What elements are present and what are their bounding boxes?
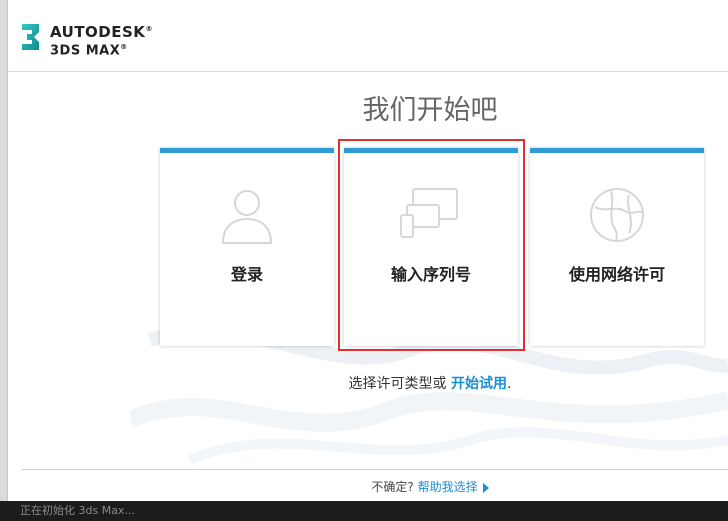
brand-mark-2: ® <box>120 43 128 51</box>
help-me-choose-link[interactable]: 帮助我选择 <box>418 480 478 494</box>
header: AUTODESK® 3DS MAX® <box>8 0 728 72</box>
play-arrow-icon[interactable] <box>482 482 489 493</box>
status-bar: 正在初始化 3ds Max... <box>0 501 728 521</box>
network-license-card[interactable]: 使用网络许可 <box>530 148 704 346</box>
network-license-label: 使用网络许可 <box>568 265 665 284</box>
signin-label: 登录 <box>230 265 263 284</box>
help-line: 不确定? 帮助我选择 <box>250 478 610 495</box>
network-globe-icon <box>585 183 649 247</box>
start-trial-link[interactable]: 开始试用 <box>451 376 507 392</box>
brand-mark: ® <box>145 25 153 33</box>
window-left-edge <box>0 0 8 501</box>
devices-icon <box>399 183 463 247</box>
license-hint: 选择许可类型或 开始试用. <box>240 373 620 393</box>
enter-serial-card[interactable]: 输入序列号 <box>344 148 518 346</box>
signin-card[interactable]: 登录 <box>160 148 334 346</box>
logo-3-icon <box>20 22 42 52</box>
help-prefix: 不确定? <box>371 480 418 494</box>
hint-prefix: 选择许可类型或 <box>348 376 451 392</box>
enter-serial-label: 输入序列号 <box>390 265 471 284</box>
user-icon <box>215 183 279 247</box>
page-title: 我们开始吧 <box>362 95 498 126</box>
status-text: 正在初始化 3ds Max... <box>20 504 135 517</box>
autodesk-3dsmax-logo: AUTODESK® 3DS MAX® <box>20 22 153 58</box>
brand-line1: AUTODESK <box>50 23 146 41</box>
footer-divider <box>22 469 728 470</box>
brand-line2: 3DS MAX <box>50 43 121 59</box>
hint-suffix: . <box>507 376 512 392</box>
